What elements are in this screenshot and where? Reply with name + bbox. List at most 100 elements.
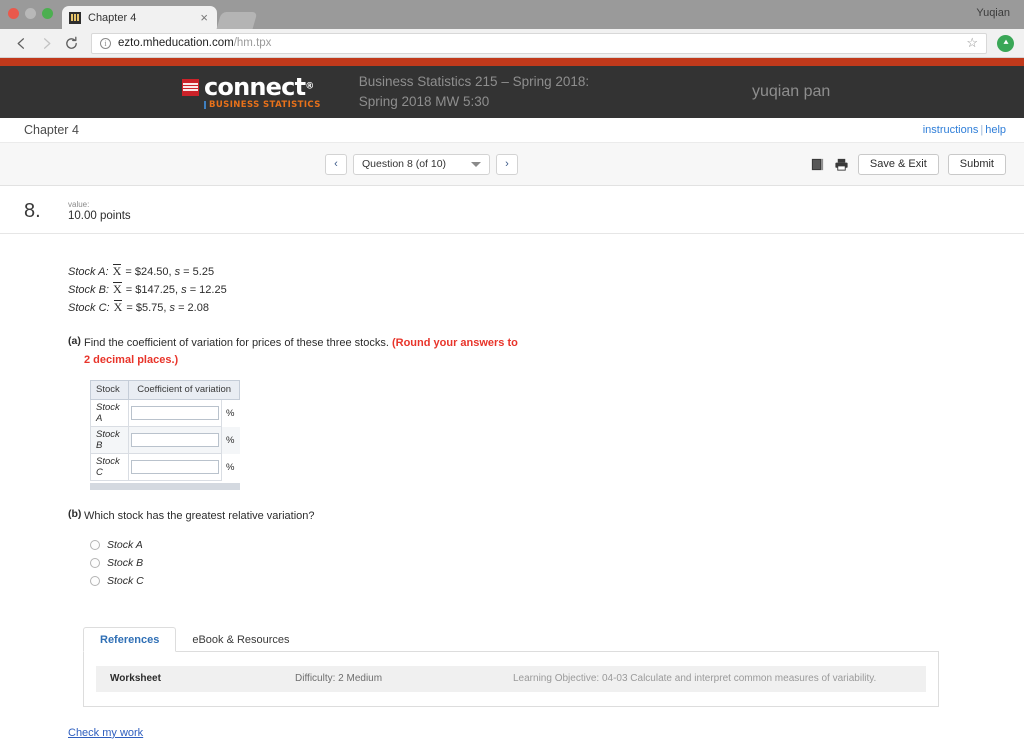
previous-question-button[interactable]: ‹ — [325, 153, 347, 175]
address-bar[interactable]: i ezto.mheducation.com/hm.tpx ☆ — [91, 32, 987, 54]
radio-button-icon[interactable] — [90, 557, 100, 568]
stock-statistics: Stock A: X = $24.50, s = 5.25 Stock B: X… — [68, 264, 1024, 317]
instructions-link[interactable]: instructions — [923, 124, 979, 136]
browser-toolbar: i ezto.mheducation.com/hm.tpx ☆ — [0, 29, 1024, 58]
tab-references[interactable]: References — [83, 626, 177, 652]
url-path: /hm.tpx — [233, 37, 272, 49]
book-favicon-icon — [69, 11, 81, 24]
stock-sd: = 12.25 — [189, 283, 227, 296]
browser-profile-name[interactable]: Yuqian — [976, 7, 1010, 19]
s-symbol: s — [181, 283, 187, 296]
stock-mean: = $24.50, — [125, 266, 172, 278]
part-b-options: Stock A Stock B Stock C — [90, 539, 1024, 587]
table-header-row: Stock Coefficient of variation — [89, 380, 240, 401]
cv-input-stock-b[interactable] — [131, 433, 220, 448]
question-part-b: (b) Which stock has the greatest relativ… — [68, 508, 1024, 525]
question-select[interactable]: Question 8 (of 10) — [353, 153, 490, 175]
stock-name: Stock B: — [68, 283, 109, 296]
new-tab-button[interactable] — [216, 12, 258, 29]
stock-sd: = 5.25 — [183, 266, 215, 278]
url-host: ezto.mheducation.com — [118, 37, 234, 49]
worksheet-difficulty: Difficulty: 2 Medium — [295, 673, 383, 685]
stock-stat-line: Stock C: X = $5.75, s = 2.08 — [68, 299, 1024, 318]
value-label: value: — [68, 200, 90, 209]
close-window-button[interactable] — [8, 8, 19, 19]
s-symbol: s — [174, 266, 181, 278]
radio-label-stock-b: Stock B — [107, 556, 144, 569]
tab-strip: Chapter 4 × — [62, 6, 258, 29]
submit-button[interactable]: Submit — [947, 153, 1006, 175]
book-icon[interactable] — [810, 157, 825, 172]
tab-ebook-and-resources[interactable]: eBook & Resources — [176, 628, 305, 651]
minimize-window-button[interactable] — [25, 8, 36, 19]
radio-button-icon[interactable] — [90, 539, 100, 550]
stock-stat-line: Stock A: X = $24.50, s = 5.25 — [68, 264, 1024, 282]
browser-titlebar: Chapter 4 × Yuqian — [0, 0, 1024, 29]
question-select-value: Question 8 (of 10) — [362, 158, 447, 170]
question-number: 8. — [24, 200, 41, 222]
worksheet-title: Worksheet — [110, 673, 161, 685]
cv-input-stock-a[interactable] — [131, 406, 220, 421]
next-question-button[interactable]: › — [496, 153, 518, 175]
cv-input-cell-stock-a[interactable] — [128, 399, 223, 428]
x-bar-symbol: X — [113, 281, 122, 296]
coefficient-of-variation-table: Stock Coefficient of variation Stock A %… — [89, 380, 240, 491]
extension-icon[interactable] — [997, 34, 1014, 52]
worksheet-learning-objective: Learning Objective: 04-03 Calculate and … — [513, 673, 877, 685]
radio-option-stock-c[interactable]: Stock C — [90, 575, 1024, 587]
connect-wordmark: connect — [204, 72, 306, 101]
row-label-stock-a: Stock A — [89, 399, 130, 428]
trademark-symbol: ® — [305, 81, 314, 92]
mcgraw-hill-logo-icon — [182, 78, 199, 96]
back-arrow-icon[interactable] — [10, 32, 32, 54]
cv-input-cell-stock-b[interactable] — [128, 426, 223, 455]
references-panel: Worksheet Difficulty: 2 Medium Learning … — [83, 651, 939, 707]
cv-input-stock-c[interactable] — [131, 460, 220, 475]
x-bar-symbol: X — [113, 299, 123, 314]
radio-button-icon[interactable] — [90, 575, 100, 586]
window-controls[interactable] — [8, 8, 53, 19]
part-a-text: Find the coefficient of variation for pr… — [84, 337, 389, 350]
percent-sign-stock-c: % — [221, 453, 240, 481]
user-name[interactable]: yuqian pan — [752, 83, 830, 101]
radio-label-stock-c: Stock C — [107, 574, 144, 587]
bookmark-star-icon[interactable]: ☆ — [966, 35, 978, 51]
cv-input-cell-stock-c[interactable] — [128, 453, 223, 482]
question-navigator: ‹ Question 8 (of 10) › — [325, 153, 518, 175]
save-and-exit-button[interactable]: Save & Exit — [857, 153, 939, 175]
resource-tabs: References eBook & Resources — [83, 626, 939, 652]
course-title: Business Statistics 215 – Spring 2018: S… — [358, 74, 590, 109]
radio-option-stock-a[interactable]: Stock A — [90, 539, 1024, 551]
x-bar-symbol: X — [112, 264, 122, 278]
radio-label-stock-a: Stock A — [107, 538, 143, 551]
connect-subtitle: BUSINESS STATISTICS — [204, 101, 321, 110]
breadcrumb: Chapter 4 — [24, 123, 79, 137]
row-label-stock-c: Stock C — [89, 453, 130, 482]
column-header-stock: Stock — [89, 380, 130, 401]
accent-band — [0, 58, 1024, 66]
table-horizontal-scrollbar[interactable] — [90, 483, 240, 491]
stock-mean: = $5.75, — [126, 301, 167, 314]
chevron-down-icon — [471, 161, 481, 167]
help-link[interactable]: help — [985, 124, 1006, 136]
print-icon[interactable] — [834, 157, 849, 172]
browser-tab-title: Chapter 4 — [88, 11, 137, 24]
stock-sd: = 2.08 — [178, 301, 209, 314]
connect-logo[interactable]: connect® BUSINESS STATISTICS — [182, 75, 321, 110]
link-separator: | — [980, 124, 984, 136]
site-info-icon[interactable]: i — [100, 37, 111, 49]
close-tab-icon[interactable]: × — [198, 11, 210, 24]
browser-tab[interactable]: Chapter 4 × — [62, 6, 217, 29]
chapter-bar: Chapter 4 instructions | help — [0, 118, 1024, 142]
percent-sign-stock-b: % — [221, 426, 240, 454]
reload-icon[interactable] — [60, 32, 82, 54]
connect-header: connect® BUSINESS STATISTICS Business St… — [0, 66, 1024, 118]
page-panel: Chapter 4 instructions | help ‹ Question 8… — [0, 118, 1024, 739]
radio-option-stock-b[interactable]: Stock B — [90, 557, 1024, 569]
part-b-label: (b) — [68, 508, 82, 521]
stock-mean: = $147.25, — [125, 283, 179, 296]
question-points: 10.00 points — [68, 209, 131, 222]
stock-name: Stock A: — [68, 266, 109, 278]
check-my-work-link[interactable]: Check my work — [68, 727, 143, 739]
maximize-window-button[interactable] — [42, 8, 53, 19]
